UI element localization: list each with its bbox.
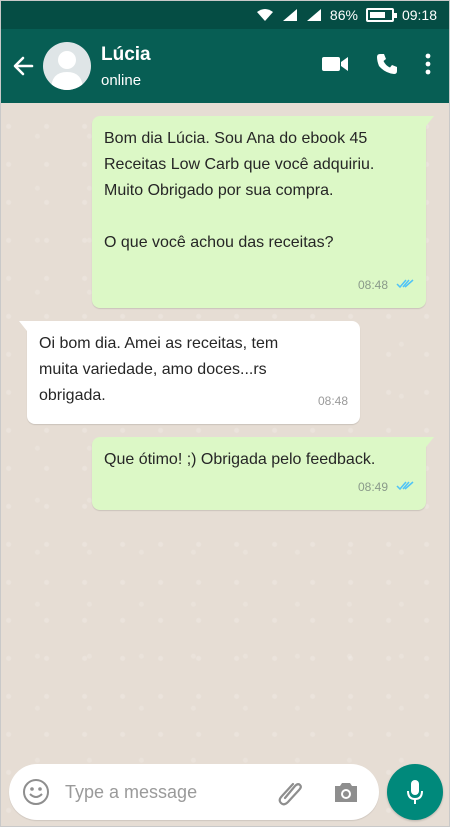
phone-icon[interactable] bbox=[375, 52, 399, 81]
attach-icon[interactable] bbox=[273, 775, 307, 809]
clock: 09:18 bbox=[401, 7, 437, 23]
composer bbox=[9, 764, 379, 820]
chat-header: Lúcia online bbox=[1, 29, 449, 103]
signal-icon bbox=[282, 8, 298, 22]
outgoing-message[interactable]: Que ótimo! ;) Obrigada pelo feedback. 08… bbox=[92, 437, 434, 510]
emoji-icon[interactable] bbox=[21, 777, 51, 807]
chat-screen: 86% 09:18 Lúcia online Bom dia Lúcia. So… bbox=[0, 0, 450, 827]
back-arrow-icon[interactable] bbox=[3, 29, 43, 103]
mic-button[interactable] bbox=[387, 764, 443, 820]
wifi-icon bbox=[256, 8, 274, 22]
avatar-placeholder-icon bbox=[51, 51, 83, 90]
contact-info[interactable]: Lúcia online bbox=[101, 44, 321, 89]
status-bar: 86% 09:18 bbox=[1, 1, 449, 29]
message-text: Oi bom dia. Amei as receitas, tem muita … bbox=[39, 335, 279, 404]
battery-percent: 86% bbox=[329, 7, 358, 23]
double-check-icon bbox=[396, 474, 414, 500]
message-text: Que ótimo! ;) Obrigada pelo feedback. bbox=[104, 451, 376, 468]
camera-icon[interactable] bbox=[329, 775, 363, 809]
signal-icon bbox=[306, 8, 322, 22]
video-call-icon[interactable] bbox=[321, 54, 349, 79]
more-vert-icon[interactable] bbox=[425, 53, 431, 80]
double-check-icon bbox=[396, 272, 414, 298]
contact-status: online bbox=[101, 71, 142, 89]
message-input[interactable] bbox=[65, 781, 273, 803]
message-time: 08:48 bbox=[317, 394, 348, 408]
message-time: 08:48 bbox=[357, 278, 388, 292]
outgoing-message[interactable]: Bom dia Lúcia. Sou Ana do ebook 45 Recei… bbox=[92, 116, 434, 308]
message-text: Bom dia Lúcia. Sou Ana do ebook 45 Recei… bbox=[104, 130, 375, 251]
mic-icon bbox=[407, 780, 423, 804]
message-time: 08:49 bbox=[357, 480, 388, 494]
battery-icon bbox=[365, 8, 397, 22]
incoming-message[interactable]: Oi bom dia. Amei as receitas, tem muita … bbox=[19, 321, 360, 424]
contact-name: Lúcia bbox=[101, 43, 151, 65]
avatar[interactable] bbox=[43, 42, 91, 90]
